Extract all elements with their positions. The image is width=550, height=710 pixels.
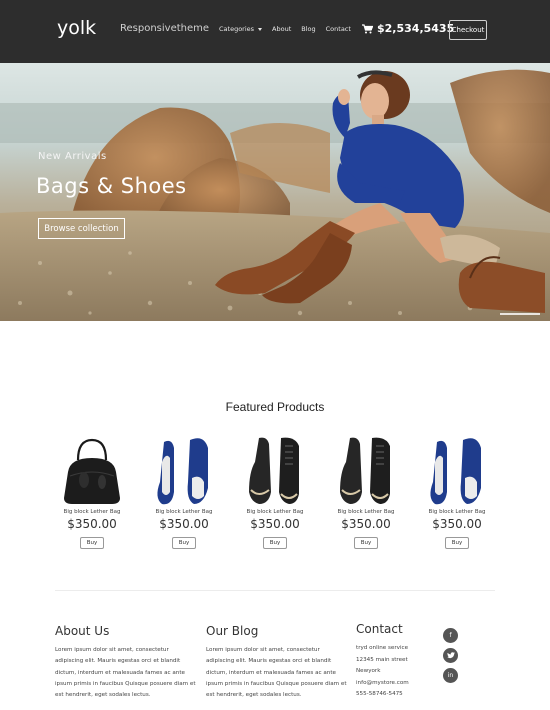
contact-email[interactable]: info@mystore.com [356, 678, 409, 690]
contact-line: tryd online service [356, 645, 409, 651]
cart-summary[interactable]: $2,534,5435 [362, 22, 454, 35]
contact-details: tryd online service 12345 main street Ne… [356, 643, 409, 701]
product-name: Big block Lether Bag [246, 509, 304, 515]
nav-item-categories[interactable]: Categories [219, 25, 263, 33]
cart-icon [362, 23, 373, 33]
facebook-icon[interactable]: f [443, 628, 458, 643]
contact-line: Newyork [356, 668, 381, 674]
product-image [430, 438, 481, 505]
hero-banner: New Arrivals Bags & Shoes Browse collect… [0, 63, 550, 321]
cart-total: $2,534,5435 [377, 22, 455, 35]
contact-line: 12345 main street [356, 656, 408, 663]
product-card[interactable]: Big block Lether Bag $350.00 Buy [411, 432, 503, 549]
main-nav: Categories About Blog Contact [219, 25, 361, 33]
site-header: yolk Responsivetheme Categories About Bl… [0, 0, 550, 63]
buy-button[interactable]: Buy [172, 537, 196, 549]
site-tagline: Responsivetheme [120, 23, 210, 34]
product-name: Big block Lether Bag [337, 509, 395, 515]
section-divider [55, 590, 495, 591]
hero-title: Bags & Shoes [36, 174, 187, 198]
product-card[interactable]: Big block Lether Bag $350.00 Buy [320, 432, 412, 549]
product-card[interactable]: Big block Lether Bag $350.00 Buy [138, 432, 230, 549]
browse-collection-button[interactable]: Browse collection [38, 218, 125, 239]
product-name: Big block Lether Bag [63, 509, 121, 515]
site-logo[interactable]: yolk [57, 17, 96, 39]
buy-button[interactable]: Buy [354, 537, 378, 549]
about-text: Lorem ipsum dolor sit amet, consectetur … [55, 647, 196, 699]
product-card[interactable]: Big block Lether Bag $350.00 Buy [46, 432, 138, 549]
about-heading: About Us [55, 624, 110, 638]
blog-heading: Our Blog [206, 624, 259, 638]
chevron-down-icon [258, 27, 263, 31]
nav-item-label: Contact [325, 25, 351, 33]
product-image [64, 438, 120, 504]
contact-phone: 555-58746-5475 [356, 691, 403, 697]
product-name: Big block Lether Bag [155, 509, 213, 515]
nav-item-about[interactable]: About [272, 25, 291, 33]
nav-item-label: About [272, 25, 292, 33]
featured-title: Featured Products [225, 400, 325, 414]
product-image [340, 437, 390, 504]
product-image [249, 437, 299, 504]
nav-item-contact[interactable]: Contact [326, 25, 351, 33]
nav-item-label: Blog [301, 25, 316, 33]
product-image [157, 438, 208, 505]
product-price: $350.00 [341, 517, 391, 531]
product-price: $350.00 [250, 517, 300, 531]
product-card[interactable]: Big block Lether Bag $350.00 Buy [229, 432, 321, 549]
buy-button[interactable]: Buy [445, 537, 469, 549]
contact-heading: Contact [356, 622, 403, 636]
product-price: $350.00 [67, 517, 117, 531]
slider-indicator[interactable] [500, 313, 540, 315]
nav-item-label: Categories [219, 25, 255, 33]
product-name: Big block Lether Bag [428, 509, 486, 515]
nav-item-blog[interactable]: Blog [301, 25, 315, 33]
blog-text: Lorem ipsum dolor sit amet, consectetur … [206, 647, 347, 699]
hero-subtitle: New Arrivals [38, 151, 107, 162]
twitter-icon[interactable] [443, 648, 458, 663]
buy-button[interactable]: Buy [263, 537, 287, 549]
linkedin-icon[interactable]: in [443, 668, 458, 683]
bird-icon [446, 652, 455, 659]
product-grid: Big block Lether Bag $350.00 Buy Big blo… [46, 432, 504, 557]
product-price: $350.00 [432, 517, 482, 531]
buy-button[interactable]: Buy [80, 537, 104, 549]
checkout-button[interactable]: Checkout [449, 20, 487, 40]
product-price: $350.00 [159, 517, 209, 531]
